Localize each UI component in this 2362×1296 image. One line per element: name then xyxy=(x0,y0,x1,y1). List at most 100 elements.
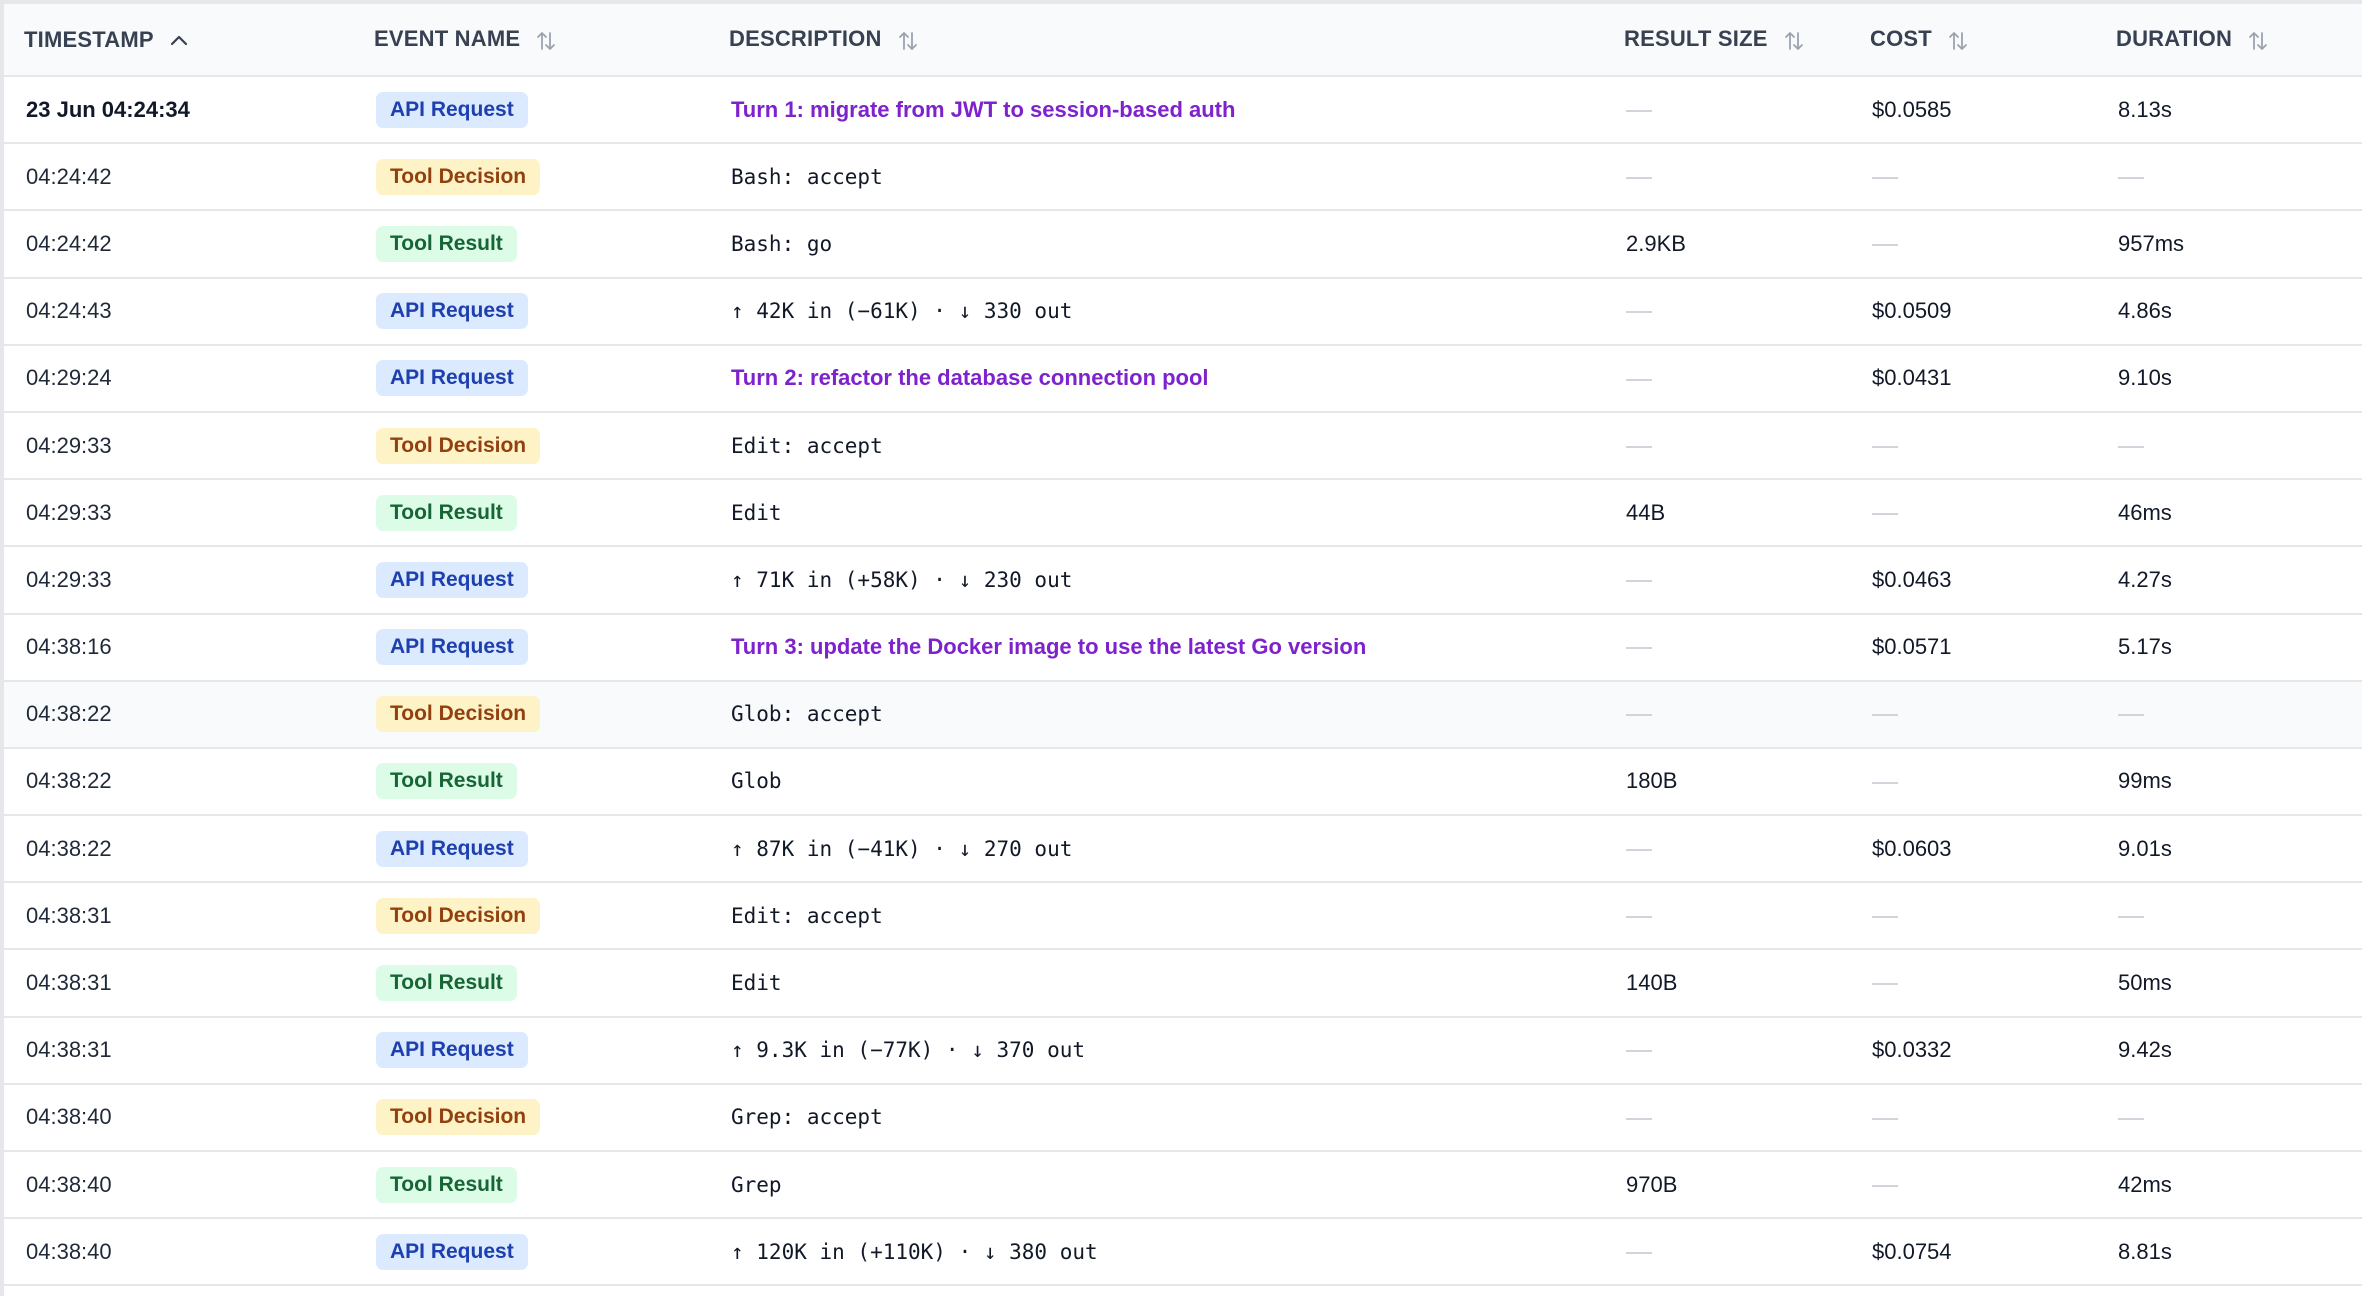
column-header-event-name[interactable]: EVENT NAME xyxy=(354,4,709,76)
table-row[interactable]: 04:38:31 Tool Decision Edit: accept xyxy=(4,882,2362,950)
table-row[interactable]: 04:38:31 API Request ↑ 9.3K in (−77K) · ↓ … xyxy=(4,1017,2362,1084)
cell-timestamp: 04:29:24 xyxy=(4,345,354,412)
cell-duration: 5.17s xyxy=(2096,614,2362,681)
table-row[interactable]: 23 Jun 04:24:34 API Request Turn 1: migrat… xyxy=(4,76,2362,144)
timestamp-text: 04:24:43 xyxy=(26,298,112,324)
event-badge: API Request xyxy=(376,1233,528,1270)
sort-icon[interactable] xyxy=(534,29,558,53)
cell-timestamp: 04:38:31 xyxy=(4,1017,354,1084)
events-table-container: TIMESTAMP EVENT NAME DESCRIPTION RESULT … xyxy=(0,0,2362,1296)
cell-cost: $0.0585 xyxy=(1850,76,2096,143)
cell-cost: $0.0431 xyxy=(1850,345,2096,412)
cell-description[interactable]: Turn 3: update the Docker image to use t… xyxy=(709,614,1604,681)
description-text: Edit: accept xyxy=(731,903,883,928)
cell-duration: 9.10s xyxy=(2096,345,2362,412)
empty-value-dash xyxy=(1626,1117,1652,1120)
timestamp-text: 04:38:40 xyxy=(26,1238,112,1264)
cell-description: Bash: go xyxy=(709,210,1604,277)
timestamp-text: 04:38:16 xyxy=(26,634,112,660)
cell-result-size xyxy=(1604,815,1850,882)
cell-result-size xyxy=(1604,614,1850,681)
timestamp-text: 04:38:22 xyxy=(26,768,112,794)
duration-value: 9.01s xyxy=(2118,835,2172,861)
result-size-value: 140B xyxy=(1626,970,1678,996)
cell-cost xyxy=(1850,143,2096,210)
duration-value: 8.81s xyxy=(2118,1238,2172,1264)
timestamp-text: 04:29:33 xyxy=(26,432,112,458)
cell-duration: 50ms xyxy=(2096,949,2362,1016)
cost-value: $0.0463 xyxy=(1872,566,1952,592)
duration-value: 46ms xyxy=(2118,499,2172,525)
sort-icon[interactable] xyxy=(1782,29,1806,53)
sort-icon[interactable] xyxy=(1946,29,1970,53)
duration-value: 42ms xyxy=(2118,1171,2172,1197)
cell-duration: 4.86s xyxy=(2096,278,2362,345)
empty-value-dash xyxy=(2118,916,2144,919)
empty-value-dash xyxy=(1626,580,1652,583)
cell-event-name: Tool Result xyxy=(354,479,709,546)
table-row[interactable]: 04:38:16 API Request Turn 3: update the Do… xyxy=(4,614,2362,681)
table-row[interactable]: 04:38:22 API Request ↑ 87K in (−41K) · ↓ 2… xyxy=(4,815,2362,883)
cell-duration: 957ms xyxy=(2096,210,2362,277)
description-text: ↑ 9.3K in (−77K) · ↓ 370 out xyxy=(731,1038,1086,1063)
table-row[interactable]: 04:38:22 Tool Result Glob 180B 99ms xyxy=(4,748,2362,816)
cell-result-size xyxy=(1604,1218,1850,1285)
turn-link: Turn 2: refactor the database connection… xyxy=(731,365,1209,391)
empty-value-dash xyxy=(2118,176,2144,179)
duration-value: 4.27s xyxy=(2118,566,2172,592)
cell-duration: 99ms xyxy=(2096,748,2362,815)
column-header-duration[interactable]: DURATION xyxy=(2096,4,2362,76)
cell-description: Glob: accept xyxy=(709,681,1604,748)
timestamp-text: 04:38:31 xyxy=(26,1037,112,1063)
table-row[interactable]: 04:24:43 API Request ↑ 42K in (−61K) · ↓ 3… xyxy=(4,278,2362,345)
description-text: Grep xyxy=(731,1172,782,1197)
cell-event-name: API Request xyxy=(354,614,709,681)
cell-timestamp: 04:38:16 xyxy=(4,614,354,681)
cell-timestamp: 04:24:42 xyxy=(4,143,354,210)
table-row[interactable]: 04:29:33 Tool Result Edit 44B 46ms xyxy=(4,479,2362,547)
cell-duration: 42ms xyxy=(2096,1151,2362,1218)
cell-duration xyxy=(2096,412,2362,479)
column-header-description[interactable]: DESCRIPTION xyxy=(709,4,1604,76)
cell-description: Edit: accept xyxy=(709,882,1604,949)
description-text: ↑ 71K in (+58K) · ↓ 230 out xyxy=(731,567,1073,592)
cost-value: $0.0571 xyxy=(1872,634,1952,660)
table-row[interactable]: 04:38:22 Tool Decision Glob: accept xyxy=(4,680,2362,748)
table-row[interactable]: 04:38:40 Tool Result Grep 970B 42ms xyxy=(4,1151,2362,1219)
column-header-result-size[interactable]: RESULT SIZE xyxy=(1604,4,1850,76)
table-row[interactable]: 04:38:40 API Request ↑ 120K in (+110K) · ↓… xyxy=(4,1218,2362,1286)
cell-timestamp: 04:29:33 xyxy=(4,412,354,479)
table-row[interactable]: 04:29:33 Tool Decision Edit: accept xyxy=(4,412,2362,480)
empty-value-dash xyxy=(1626,378,1652,381)
cell-cost xyxy=(1850,1084,2096,1151)
cell-result-size xyxy=(1604,681,1850,748)
event-badge: API Request xyxy=(376,91,528,128)
cell-description[interactable]: Turn 2: refactor the database connection… xyxy=(709,345,1604,412)
cell-result-size xyxy=(1604,882,1850,949)
cell-description: Glob xyxy=(709,748,1604,815)
duration-value: 957ms xyxy=(2118,230,2185,256)
event-badge: API Request xyxy=(376,561,528,598)
description-text: ↑ 42K in (−61K) · ↓ 330 out xyxy=(731,299,1073,324)
cell-event-name: API Request xyxy=(354,76,709,143)
table-body: 23 Jun 04:24:34 API Request Turn 1: migrat… xyxy=(4,76,2362,1286)
column-header-timestamp[interactable]: TIMESTAMP xyxy=(4,4,354,76)
table-row[interactable]: 04:38:40 Tool Decision Grep: accept xyxy=(4,1084,2362,1151)
table-row[interactable]: 04:29:24 API Request Turn 2: refactor the … xyxy=(4,345,2362,412)
table-row[interactable]: 04:29:33 API Request ↑ 71K in (+58K) · ↓ 2… xyxy=(4,546,2362,614)
timestamp-text: 04:29:33 xyxy=(26,499,112,525)
turn-link: Turn 1: migrate from JWT to session-base… xyxy=(731,96,1236,122)
column-label: TIMESTAMP xyxy=(24,26,154,52)
cell-duration: 46ms xyxy=(2096,479,2362,546)
sort-ascending-icon[interactable] xyxy=(168,30,190,52)
column-header-cost[interactable]: COST xyxy=(1850,4,2096,76)
cell-description[interactable]: Turn 1: migrate from JWT to session-base… xyxy=(709,76,1604,143)
table-row[interactable]: 04:24:42 Tool Result Bash: go 2.9KB 957ms xyxy=(4,210,2362,278)
cell-cost: $0.0332 xyxy=(1850,1017,2096,1084)
table-row[interactable]: 04:38:31 Tool Result Edit 140B 50ms xyxy=(4,949,2362,1017)
duration-value: 9.10s xyxy=(2118,365,2172,391)
cell-duration xyxy=(2096,1084,2362,1151)
sort-icon[interactable] xyxy=(2246,29,2270,53)
table-row[interactable]: 04:24:42 Tool Decision Bash: accept xyxy=(4,143,2362,211)
sort-icon[interactable] xyxy=(896,29,920,53)
